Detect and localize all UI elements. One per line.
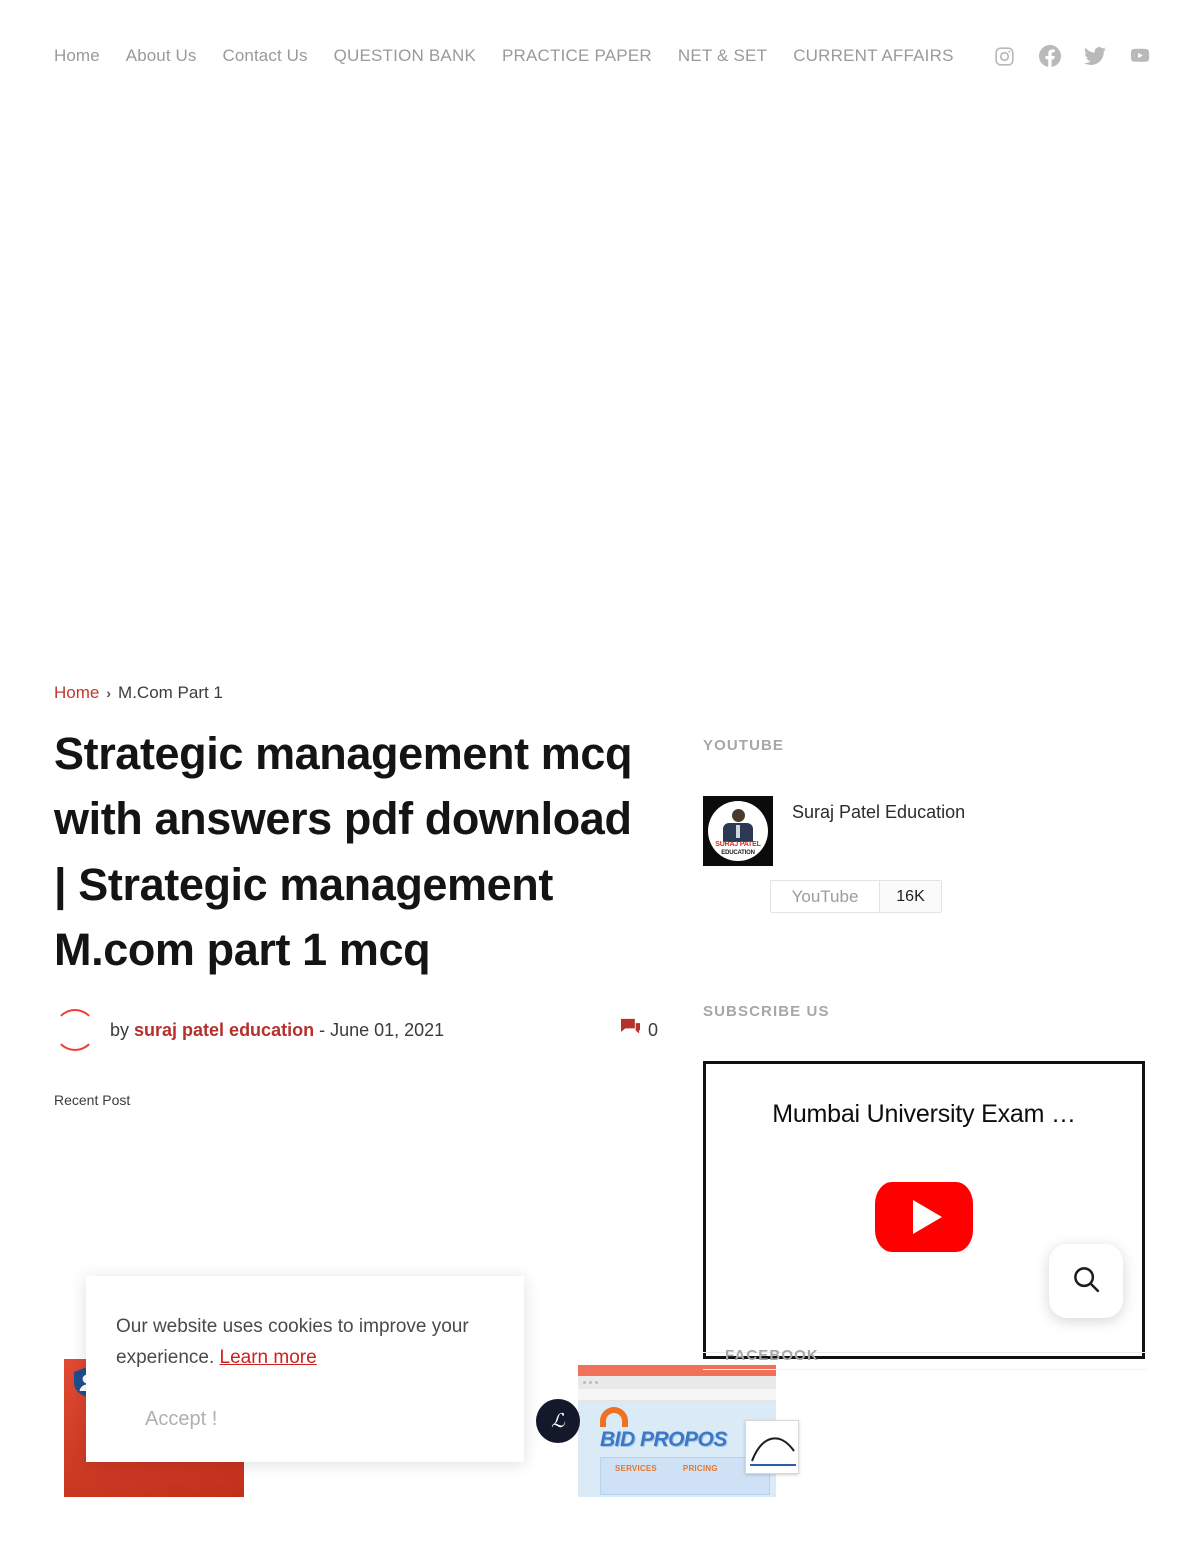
recent-post-label: Recent Post — [54, 1092, 131, 1108]
widget-facebook: FACEBOOK — [725, 1347, 819, 1364]
avatar-text-line-1: SURAJ PATEL — [715, 841, 761, 848]
breadcrumb: Home › M.Com Part 1 — [54, 683, 666, 703]
article-column: Home › M.Com Part 1 Strategic management… — [54, 657, 666, 1108]
breadcrumb-home-link[interactable]: Home — [54, 683, 99, 703]
byline-text: by suraj patel education - June 01, 2021 — [110, 1020, 444, 1041]
nav-item-net-and-set[interactable]: NET & SET — [678, 46, 784, 66]
widget-youtube: YOUTUBE SURAJ PATEL EDUCATION Suraj Pate… — [703, 737, 1147, 913]
person-illustration-icon — [723, 809, 753, 842]
cookie-consent-text: Our website uses cookies to improve your… — [116, 1312, 488, 1374]
byline-date: June 01, 2021 — [330, 1019, 445, 1040]
youtube-channel-name: Suraj Patel Education — [792, 802, 966, 822]
breadcrumb-current: M.Com Part 1 — [118, 683, 223, 702]
page-title: Strategic management mcq with answers pd… — [54, 728, 633, 975]
play-triangle — [912, 1200, 942, 1234]
byline-by-prefix: by — [110, 1019, 135, 1040]
signature-note-card — [745, 1420, 799, 1474]
post-byline: by suraj patel education - June 01, 2021… — [54, 1008, 666, 1052]
avatar-circle: SURAJ PATEL EDUCATION — [708, 801, 768, 861]
video-title: Mumbai University Exam … — [772, 1100, 1076, 1128]
youtube-channel-meta: Suraj Patel Education — [792, 796, 965, 823]
youtube-subscriber-count: 16K — [879, 881, 941, 912]
top-navigation: Home About Us Contact Us QUESTION BANK P… — [0, 0, 1200, 112]
nav-item-current-affairs[interactable]: CURRENT AFFAIRS — [793, 46, 970, 66]
person-body — [723, 823, 753, 842]
nav-item-question-bank[interactable]: QUESTION BANK — [334, 46, 493, 66]
widget-youtube-title: YOUTUBE — [703, 737, 785, 754]
bid-menu-services: SERVICES — [615, 1464, 657, 1473]
nav-item-contact-us[interactable]: Contact Us — [222, 46, 324, 66]
comment-count-value: 0 — [647, 1019, 658, 1040]
comment-count-button[interactable]: 0 — [620, 1018, 658, 1042]
cookie-consent-banner: Our website uses cookies to improve your… — [86, 1276, 524, 1462]
nav-list: Home About Us Contact Us QUESTION BANK P… — [54, 46, 980, 66]
breadcrumb-separator-icon: › — [106, 685, 112, 701]
comment-icon — [620, 1018, 641, 1042]
avatar-text-line-2: EDUCATION — [721, 850, 755, 856]
instagram-icon[interactable] — [994, 45, 1016, 67]
ad-placeholder — [0, 112, 1200, 657]
search-icon — [1071, 1264, 1101, 1299]
nav-item-about-us[interactable]: About Us — [126, 46, 214, 66]
youtube-subscribe-button[interactable]: YouTube 16K — [770, 880, 942, 913]
nav-item-home[interactable]: Home — [54, 46, 117, 66]
youtube-channel-row: SURAJ PATEL EDUCATION Suraj Patel Educat… — [703, 796, 1147, 866]
person-tie — [736, 825, 740, 838]
home-arch-icon — [600, 1407, 628, 1427]
window-dot-icon — [589, 1381, 592, 1384]
byline-author-link[interactable]: suraj patel education — [134, 1020, 314, 1040]
bid-menu-pricing: PRICING — [682, 1464, 718, 1473]
window-dot-icon — [583, 1381, 586, 1384]
signature-badge-icon: ℒ — [536, 1399, 580, 1443]
youtube-play-button-icon[interactable] — [875, 1182, 973, 1252]
byline-date-separator: - — [314, 1019, 331, 1040]
sidebar-divider-secondary — [703, 1369, 1147, 1370]
youtube-channel-avatar[interactable]: SURAJ PATEL EDUCATION — [703, 796, 773, 866]
nav-item-practice-paper[interactable]: PRACTICE PAPER — [502, 46, 669, 66]
person-head — [731, 809, 745, 822]
widget-subscribe-title: SUBSCRIBE US — [703, 1003, 830, 1020]
social-links — [994, 45, 1151, 67]
avatar — [54, 1009, 96, 1051]
youtube-subscribe-label: YouTube — [791, 886, 859, 906]
window-dot-icon — [595, 1381, 598, 1384]
search-button[interactable] — [1049, 1244, 1123, 1318]
sidebar-column: YOUTUBE SURAJ PATEL EDUCATION Suraj Pate… — [703, 657, 1147, 1421]
page-root: Home About Us Contact Us QUESTION BANK P… — [0, 0, 1200, 1553]
facebook-icon[interactable] — [1038, 45, 1061, 67]
cookie-learn-more-link[interactable]: Learn more — [220, 1347, 317, 1368]
cookie-accept-button[interactable]: Accept ! — [145, 1408, 217, 1431]
youtube-icon[interactable] — [1129, 45, 1151, 67]
twitter-icon[interactable] — [1083, 45, 1106, 67]
